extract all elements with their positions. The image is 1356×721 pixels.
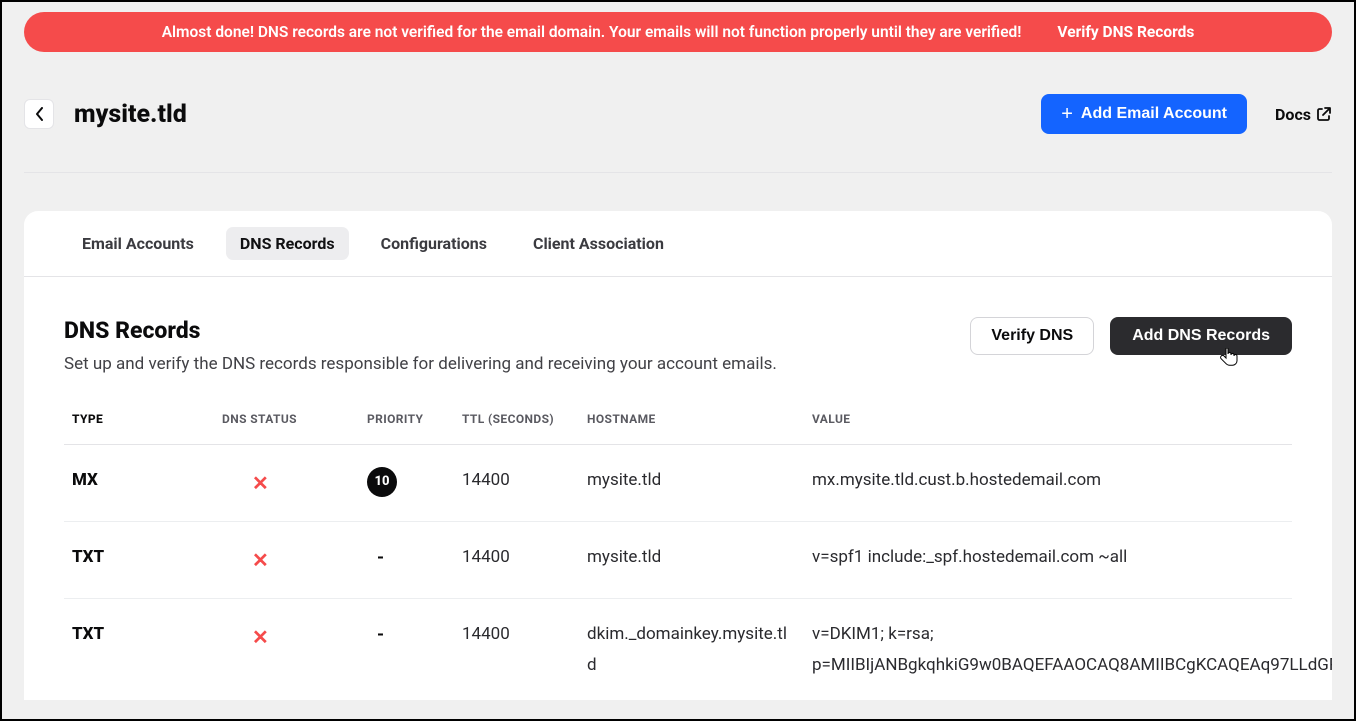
status-fail-icon: ✕ xyxy=(222,548,269,572)
status-fail-icon: ✕ xyxy=(222,471,269,495)
th-status: DNS STATUS xyxy=(214,402,359,445)
section-description: Set up and verify the DNS records respon… xyxy=(64,354,777,374)
verify-dns-button[interactable]: Verify DNS xyxy=(970,317,1094,355)
cell-value: mx.mysite.tld.cust.b.hostedemail.com xyxy=(804,445,1292,522)
cell-hostname: dkim._domainkey.mysite.tld xyxy=(587,619,787,680)
cell-value: v=DKIM1; k=rsa; p=MIIBIjANBgkqhkiG9w0BAQ… xyxy=(804,599,1292,701)
dns-records-table: TYPE DNS STATUS PRIORITY TTL (SECONDS) H… xyxy=(64,402,1292,700)
th-value: VALUE xyxy=(804,402,1292,445)
add-dns-records-label: Add DNS Records xyxy=(1132,327,1270,344)
th-priority: PRIORITY xyxy=(359,402,454,445)
banner-message: Almost done! DNS records are not verifie… xyxy=(162,23,1022,41)
content-card: Email Accounts DNS Records Configuration… xyxy=(24,211,1332,700)
cell-ttl: 14400 xyxy=(454,445,579,522)
tab-email-accounts[interactable]: Email Accounts xyxy=(68,227,208,260)
tab-client-association[interactable]: Client Association xyxy=(519,227,678,260)
cell-ttl: 14400 xyxy=(454,522,579,599)
table-row: TXT ✕ - 14400 dkim._domainkey.mysite.tld… xyxy=(64,599,1292,701)
cell-type: MX xyxy=(64,445,214,522)
verify-dns-records-link[interactable]: Verify DNS Records xyxy=(1057,23,1194,41)
cell-ttl: 14400 xyxy=(454,599,579,701)
page-title: mysite.tld xyxy=(74,100,1041,129)
cell-type: TXT xyxy=(64,599,214,701)
tab-bar: Email Accounts DNS Records Configuration… xyxy=(24,211,1332,277)
table-row: TXT ✕ - 14400 mysite.tld v=spf1 include:… xyxy=(64,522,1292,599)
page-header: mysite.tld + Add Email Account Docs xyxy=(24,94,1332,173)
priority-badge: 10 xyxy=(367,467,397,497)
priority-dash: - xyxy=(367,547,384,568)
add-email-account-button[interactable]: + Add Email Account xyxy=(1041,94,1247,134)
verify-banner: Almost done! DNS records are not verifie… xyxy=(24,12,1332,52)
th-hostname: HOSTNAME xyxy=(579,402,804,445)
priority-dash: - xyxy=(367,624,384,645)
table-row: MX ✕ 10 14400 mysite.tld mx.mysite.tld.c… xyxy=(64,445,1292,522)
plus-icon: + xyxy=(1061,107,1073,121)
docs-label: Docs xyxy=(1275,105,1311,124)
cell-type: TXT xyxy=(64,522,214,599)
chevron-left-icon xyxy=(35,107,44,121)
status-fail-icon: ✕ xyxy=(222,625,269,649)
add-email-account-label: Add Email Account xyxy=(1081,105,1227,123)
cell-hostname: mysite.tld xyxy=(579,445,804,522)
docs-link[interactable]: Docs xyxy=(1275,105,1332,124)
back-button[interactable] xyxy=(24,99,54,129)
cursor-hand-icon xyxy=(1220,348,1238,373)
th-ttl: TTL (SECONDS) xyxy=(454,402,579,445)
cell-hostname: mysite.tld xyxy=(579,522,804,599)
tab-dns-records[interactable]: DNS Records xyxy=(226,227,349,260)
th-type: TYPE xyxy=(64,402,214,445)
external-link-icon xyxy=(1316,106,1332,122)
cell-value: v=spf1 include:_spf.hostedemail.com ~all xyxy=(804,522,1292,599)
section-title: DNS Records xyxy=(64,317,777,344)
tab-configurations[interactable]: Configurations xyxy=(367,227,501,260)
add-dns-records-button[interactable]: Add DNS Records xyxy=(1110,317,1292,355)
